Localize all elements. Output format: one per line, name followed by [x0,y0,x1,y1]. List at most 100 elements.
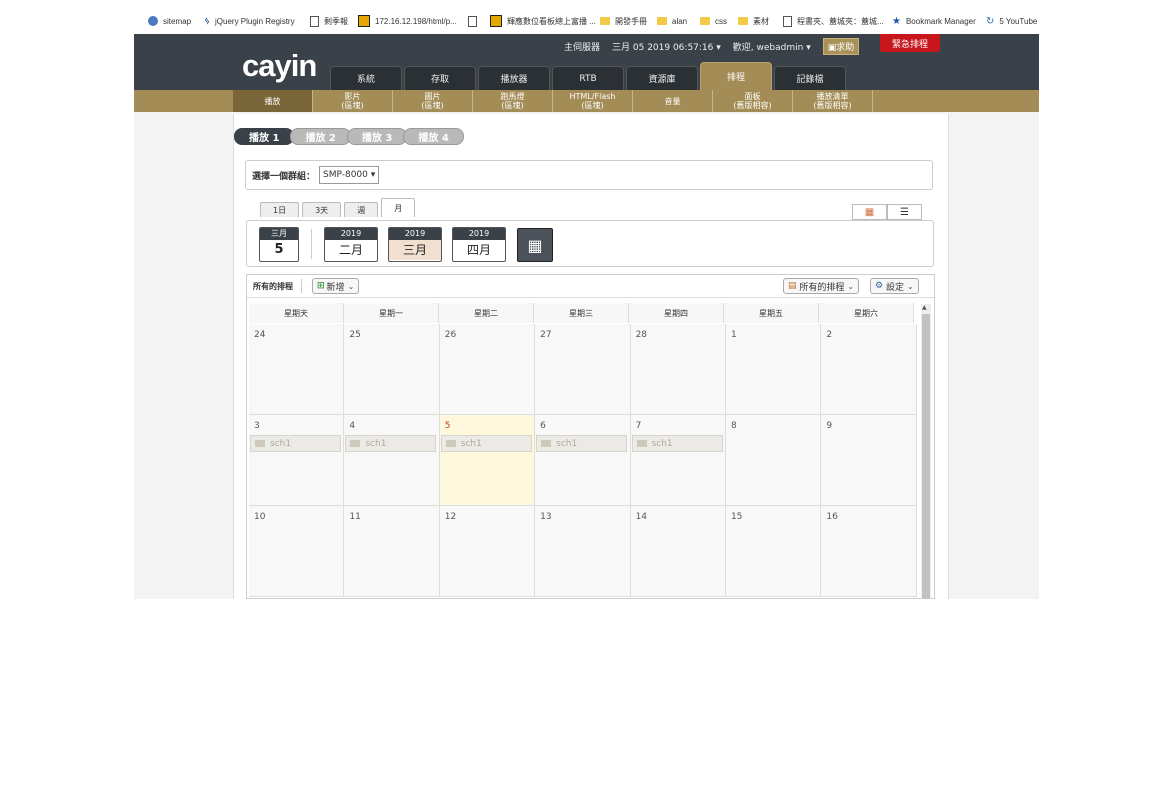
view-tabs: 1日 3天週月 [260,198,416,217]
add-button[interactable]: ⊞ 新增 ⌄ [312,278,360,294]
day-cell[interactable]: 26 [439,324,536,414]
day-number: 2 [826,330,833,340]
view-tab[interactable]: 月 [381,198,416,217]
subnav-item[interactable]: 圖片 (區塊) [393,90,473,112]
scroll-thumb[interactable] [922,314,930,599]
nav-tab[interactable]: 系統 [330,66,402,90]
bookmark-item[interactable]: 素材 [738,16,769,27]
subnav-item[interactable]: 跑馬燈 (區塊) [473,90,553,112]
bookmark-item[interactable] [468,15,482,27]
day-cell[interactable]: 9 [821,415,917,505]
month-tile[interactable]: 2019 二月 [324,227,378,262]
day-cell[interactable]: 13 [535,506,631,596]
play-tab[interactable]: 播放 1 [234,128,295,145]
bookmark-item[interactable]: 程書夾、蓋城夾：蓋城... [783,15,884,27]
bookmark-label: 程書夾、蓋城夾：蓋城... [797,16,884,26]
day-cell[interactable]: 10 [249,506,345,596]
day-cell[interactable]: 1 [725,324,822,414]
day-cell[interactable]: 6 sch1 [535,415,631,505]
bookmark-label: Bookmark Manager [905,16,976,26]
group-label: 選擇一個群組： [252,171,316,182]
schedule-event[interactable]: sch1 [536,435,628,452]
subnav-item[interactable]: 播放清單 (舊版相容) [793,90,873,112]
weekday-header: 星期天 星期一 星期二 星期三 星期四 星期五 星期六 [249,303,914,323]
play-tab[interactable]: 播放 2 [290,128,351,145]
user-menu[interactable]: 歡迎, webadmin ▾ [733,40,811,53]
day-cell[interactable]: 7 sch1 [630,415,726,505]
nav-tab[interactable]: 記錄檔 [774,66,846,90]
subnav-item[interactable]: 面板 (舊版相容) [713,90,793,112]
day-cell[interactable]: 27 [535,324,631,414]
calendar-view-icon[interactable]: ▦ [852,204,887,220]
subnav-item[interactable]: 音量 [633,90,713,112]
day-cell[interactable]: 5 sch1 [439,415,536,505]
help-button[interactable]: ▣求助 [822,38,860,55]
bookmark-label: sitemap [163,16,192,26]
play-tab[interactable]: 播放 4 [403,128,464,145]
day-cell[interactable]: 2 [821,324,917,414]
subnav-item[interactable]: 播放 [233,90,313,112]
month-tile-year: 2019 [453,228,505,240]
day-number: 9 [826,421,833,431]
bookmark-item[interactable]: ᛃ jQuery Plugin Registry [204,16,295,27]
nav-tab[interactable]: 排程 [700,62,772,90]
today-tile[interactable]: 三月 5 [259,227,299,262]
settings-button[interactable]: ⚙ 設定 ⌄ [870,278,919,294]
nav-tab[interactable]: 資源庫 [626,66,698,90]
bookmark-item[interactable]: 172.16.12.198/html/p... [358,15,457,27]
schedule-event[interactable]: sch1 [345,435,437,452]
scroll-up-icon[interactable]: ▲ [922,304,927,311]
day-cell[interactable]: 12 [439,506,536,596]
date-bar: 三月 5 2019 二月 2019 三月 2019 四月 ▦ [246,220,934,267]
day-cell[interactable]: 15 [725,506,822,596]
schedule-event[interactable]: sch1 [250,435,341,452]
nav-tab[interactable]: 存取 [404,66,476,90]
bookmark-item[interactable]: 輝應數位看板總上富播 ... [490,15,596,27]
bookmark-item[interactable]: ★ Bookmark Manager [892,16,976,27]
day-number: 24 [254,330,266,340]
scrollbar[interactable]: ▲ [921,304,931,599]
filter-label: 所有的排程 [799,282,845,293]
day-cell[interactable]: 24 [249,324,345,414]
day-cell[interactable]: 28 [630,324,726,414]
month-tile[interactable]: 2019 三月 [388,227,442,262]
bookmark-item[interactable]: ↻ 5 YouTube [986,16,1037,27]
view-tab[interactable]: 3天 [302,202,342,217]
weekday-label: 星期一 [344,303,439,323]
filter-button[interactable]: ▤ 所有的排程 ⌄ [783,278,860,294]
group-select[interactable]: SMP-8000 ▾ [319,166,380,184]
day-cell[interactable]: 8 [725,415,822,505]
bookmark-item[interactable]: css [700,17,727,26]
day-cell[interactable]: 14 [630,506,726,596]
nav-tab[interactable]: RTB [552,66,624,90]
day-cell[interactable]: 16 [821,506,917,596]
week-row: 24 25 26 27 28 1 2 [249,324,917,415]
bookmark-label: 剩季報 [324,16,348,26]
month-tile[interactable]: 2019 四月 [452,227,506,262]
subnav-item[interactable]: 影片 (區塊) [313,90,393,112]
view-tab[interactable]: 週 [344,202,379,217]
day-cell[interactable]: 25 [344,324,440,414]
bookmark-item[interactable]: sitemap [148,16,191,26]
view-toggle: ▦ ☰ [852,204,922,220]
play-tab[interactable]: 播放 3 [346,128,408,145]
list-view-icon[interactable]: ☰ [887,204,922,220]
bookmark-item[interactable]: 開發手冊 [600,16,647,27]
chevron-down-icon: ⌄ [906,281,914,291]
subnav-item[interactable]: HTML/Flash (區塊) [553,90,633,112]
bookmark-item[interactable]: alan [657,17,687,26]
panel-title: 所有的排程 [247,279,302,293]
week-row: 3 sch1 4 sch1 5 sch1 6 sch1 7 sch1 8 9 [249,415,917,506]
day-cell[interactable]: 4 sch1 [344,415,440,505]
datetime-dropdown[interactable]: 三月 05 2019 06:57:16 ▾ [612,40,721,53]
day-cell[interactable]: 3 sch1 [249,415,345,505]
emergency-schedule-button[interactable]: 緊急排程 [880,34,940,52]
schedule-event[interactable]: sch1 [631,435,723,452]
schedule-event[interactable]: sch1 [440,435,532,452]
bookmark-item[interactable]: 剩季報 [310,15,348,27]
nav-tab[interactable]: 播放器 [478,66,550,90]
day-cell[interactable]: 11 [344,506,440,596]
view-tab[interactable]: 1日 [260,202,300,217]
calendar-picker-icon[interactable]: ▦ [517,228,553,262]
day-number: 6 [540,421,546,431]
